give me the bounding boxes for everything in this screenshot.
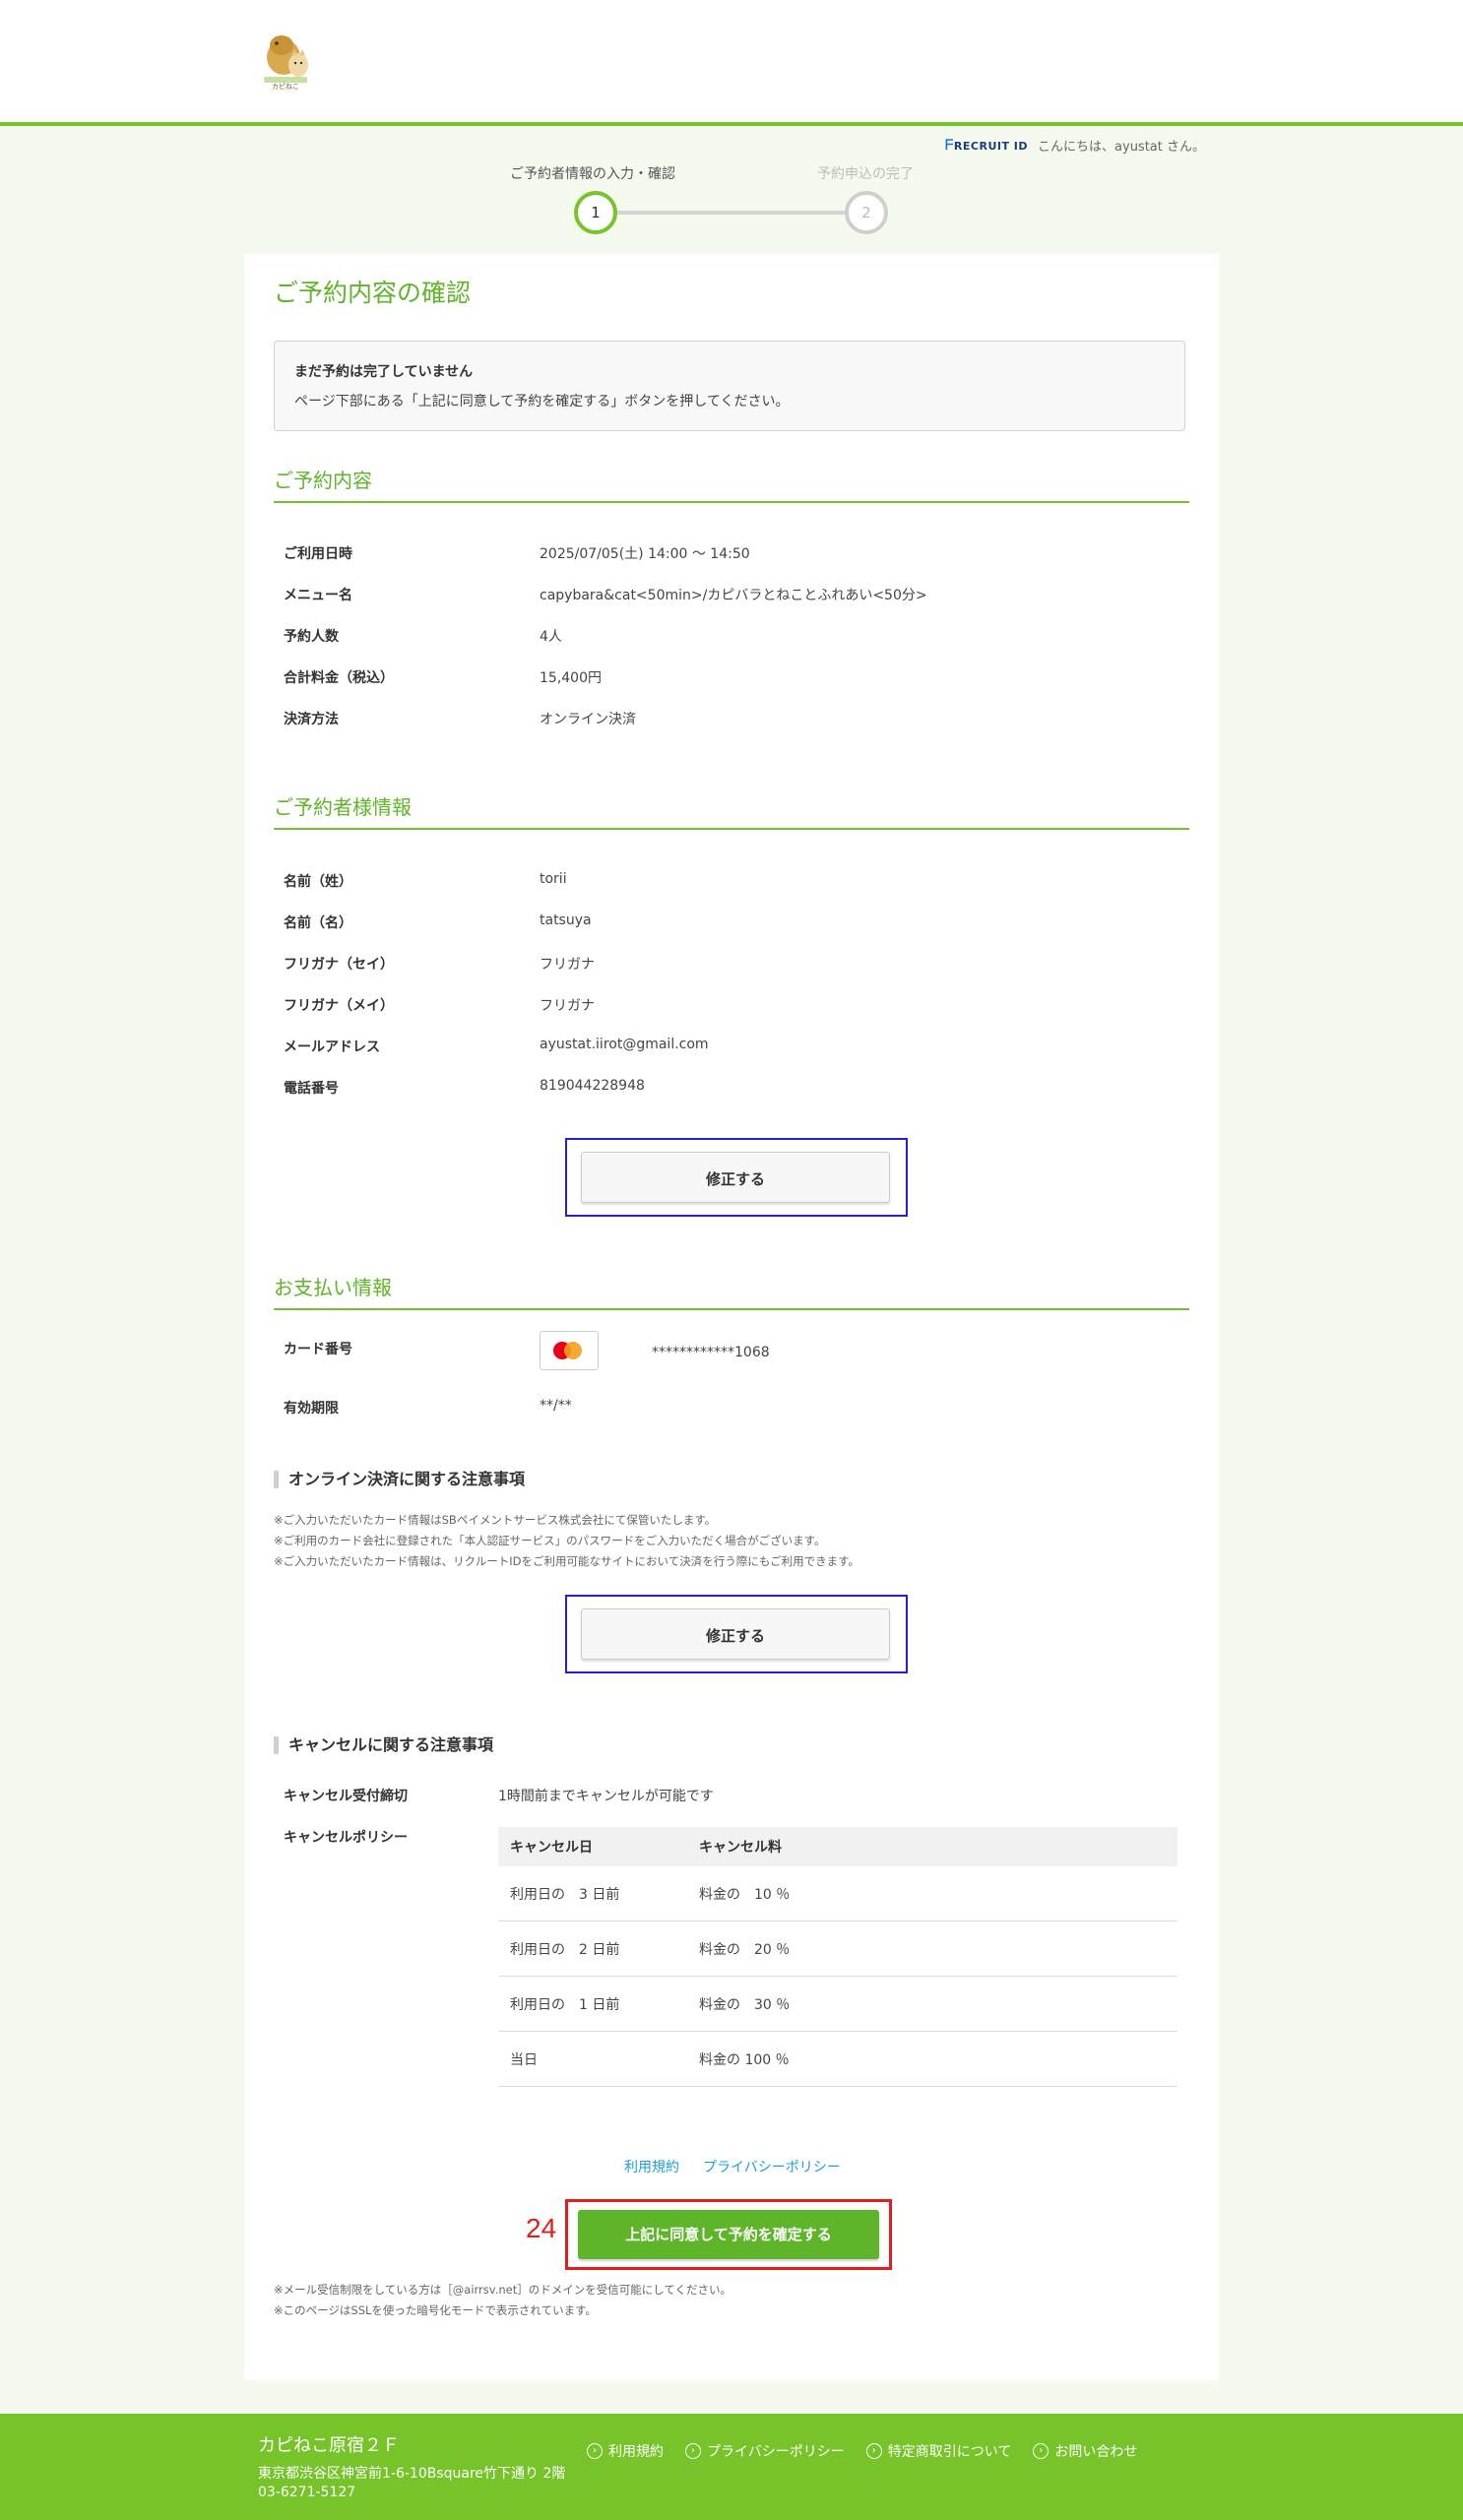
payment-note: ※ご入力いただいたカード情報は、リクルートIDをご利用可能なサイトにおいて決済を… <box>274 1554 860 1568</box>
step-2-label: 予約申込の完了 <box>817 166 914 182</box>
cancel-policy-label: キャンセルポリシー <box>284 1830 408 1846</box>
footer-privacy-link[interactable]: › プライバシーポリシー <box>685 2441 845 2461</box>
row-value: 2025/07/05(土) 14:00 〜 14:50 <box>540 546 750 562</box>
row-label: メニュー名 <box>284 588 352 603</box>
row-label: 決済方法 <box>284 712 339 727</box>
payment-note: ※ご入力いただいたカード情報はSBペイメントサービス株式会社にて保管いたします。 <box>274 1513 717 1527</box>
table-cell: 利用日の 2 日前 <box>498 1921 687 1977</box>
cancel-deadline-value: 1時間前までキャンセルが可能です <box>498 1789 714 1804</box>
edit-customer-button[interactable]: 修正する <box>581 1152 890 1203</box>
table-cell: 料金の 100 ％ <box>687 2031 1177 2087</box>
bottom-note: ※メール受信制限をしている方は［@airrsv.net］のドメインを受信可能にし… <box>274 2283 732 2297</box>
step-2-circle: 2 <box>845 191 888 234</box>
payment-edit-highlight: 修正する <box>565 1595 908 1673</box>
row-label: メールアドレス <box>284 1040 380 1055</box>
table-row: 利用日の 2 日前 料金の 20 ％ <box>498 1921 1177 1977</box>
row-label: フリガナ（メイ） <box>284 998 394 1014</box>
confirm-reservation-button[interactable]: 上記に同意して予約を確定する <box>578 2210 879 2259</box>
bottom-note: ※このページはSSLを使った暗号化モードで表示されています。 <box>274 2303 597 2317</box>
row-value: torii <box>540 871 567 887</box>
table-cell: 利用日の 1 日前 <box>498 1976 687 2032</box>
row-label: 予約人数 <box>284 629 339 645</box>
chevron-right-icon: › <box>685 2443 701 2459</box>
cancel-notes-title: キャンセルに関する注意事項 <box>274 1736 493 1754</box>
privacy-link[interactable]: プライバシーポリシー <box>703 2157 841 2176</box>
expiry-label: 有効期限 <box>284 1401 339 1417</box>
footer-tel: 03-6271-5127 <box>258 2485 356 2500</box>
confirmation-card: ご予約内容の確認 まだ予約は完了していません ページ下部にある「上記に同意して予… <box>244 254 1219 2380</box>
incomplete-notice: まだ予約は完了していません ページ下部にある「上記に同意して予約を確定する」ボタ… <box>274 341 1185 431</box>
payment-note: ※ご利用のカード会社に登録された「本人認証サービス」のパスワードをご入力いただく… <box>274 1534 826 1547</box>
mastercard-icon <box>540 1331 599 1370</box>
footer-commerce-link[interactable]: › 特定商取引について <box>865 2441 1011 2461</box>
svg-text:カピねこ: カピねこ <box>272 83 299 91</box>
row-label: フリガナ（セイ） <box>284 957 394 973</box>
table-cell: 利用日の 3 日前 <box>498 1866 687 1922</box>
table-header-row: キャンセル日 キャンセル料 <box>498 1827 1177 1866</box>
expiry-value: **/** <box>540 1398 572 1414</box>
footer-terms-link[interactable]: › 利用規約 <box>587 2441 664 2461</box>
customer-section-title: ご予約者様情報 <box>274 791 1189 830</box>
site-header: カピねこ <box>0 0 1463 126</box>
payment-notes-title: オンライン決済に関する注意事項 <box>274 1471 525 1488</box>
greeting-text: こんにちは、ayustat さん。 <box>1038 140 1205 155</box>
table-header: キャンセル日 <box>498 1827 687 1866</box>
table-header: キャンセル料 <box>687 1827 1177 1866</box>
row-label: 名前（姓） <box>284 874 352 890</box>
row-label: 電話番号 <box>284 1081 339 1097</box>
edit-payment-button[interactable]: 修正する <box>581 1608 890 1660</box>
table-row: 利用日の 3 日前 料金の 10 ％ <box>498 1866 1177 1922</box>
chevron-right-icon: › <box>587 2443 603 2459</box>
step-connector <box>617 211 845 215</box>
terms-link[interactable]: 利用規約 <box>624 2157 679 2176</box>
footer-address: 東京都渋谷区神宮前1-6-10Bsquare竹下通り 2階 <box>258 2466 566 2482</box>
row-value: 4人 <box>540 629 562 645</box>
policy-links: 利用規約 プライバシーポリシー <box>624 2157 841 2176</box>
payment-section-title: お支払い情報 <box>274 1272 1189 1310</box>
chevron-right-icon: › <box>1033 2443 1050 2459</box>
step-1-label: ご予約者情報の入力・確認 <box>510 166 675 182</box>
table-cell: 料金の 30 ％ <box>687 1976 1177 2032</box>
row-value: capybara&cat<50min>/カピバラとねことふれあい<50分> <box>540 588 927 603</box>
step-1-circle: 1 <box>574 191 617 234</box>
progress-steps: ご予約者情報の入力・確認 予約申込の完了 1 2 <box>502 163 945 242</box>
site-footer: カピねこ原宿２Ｆ 東京都渋谷区神宮前1-6-10Bsquare竹下通り 2階 0… <box>0 2414 1463 2520</box>
recruit-id-logo: ᖴRECRUIT ID <box>945 137 1029 154</box>
table-row: 利用日の 1 日前 料金の 30 ％ <box>498 1976 1177 2032</box>
row-value: ayustat.iirot@gmail.com <box>540 1037 709 1052</box>
notice-title: まだ予約は完了していません <box>294 364 474 380</box>
cancel-deadline-label: キャンセル受付締切 <box>284 1789 408 1804</box>
page-title: ご予約内容の確認 <box>274 279 472 307</box>
row-value: tatsuya <box>540 913 592 928</box>
row-value: フリガナ <box>540 957 595 973</box>
row-label: ご利用日時 <box>284 546 352 562</box>
card-number-label: カード番号 <box>284 1342 352 1357</box>
table-cell: 料金の 10 ％ <box>687 1866 1177 1922</box>
row-value: 15,400円 <box>540 670 602 686</box>
table-cell: 料金の 20 ％ <box>687 1921 1177 1977</box>
row-value: フリガナ <box>540 998 595 1014</box>
recruit-id-bar: ᖴRECRUIT ID こんにちは、ayustat さん。 <box>945 136 1205 156</box>
capybara-logo-icon[interactable]: カピねこ <box>258 24 319 94</box>
customer-edit-highlight: 修正する <box>565 1138 908 1217</box>
row-label: 名前（名） <box>284 915 352 931</box>
cancel-policy-table: キャンセル日 キャンセル料 利用日の 3 日前 料金の 10 ％ 利用日の 2 … <box>498 1827 1177 2087</box>
footer-links: › 利用規約 › プライバシーポリシー › 特定商取引について › お問い合わせ <box>587 2441 1137 2461</box>
row-value: オンライン決済 <box>540 712 636 727</box>
table-cell: 当日 <box>498 2031 687 2087</box>
footer-contact-link[interactable]: › お問い合わせ <box>1033 2441 1137 2461</box>
footer-shop-name: カピねこ原宿２Ｆ <box>258 2435 400 2456</box>
table-row: 当日 料金の 100 ％ <box>498 2031 1177 2087</box>
chevron-right-icon: › <box>865 2443 882 2459</box>
reservation-section-title: ご予約内容 <box>274 465 1189 503</box>
confirm-highlight: 上記に同意して予約を確定する <box>565 2199 892 2270</box>
annotation-number: 24 <box>526 2213 557 2243</box>
row-label: 合計料金（税込） <box>284 670 394 686</box>
row-value: 819044228948 <box>540 1078 645 1094</box>
notice-body: ページ下部にある「上記に同意して予約を確定する」ボタンを押してください。 <box>294 394 790 410</box>
card-number-value: ************1068 <box>652 1345 770 1360</box>
